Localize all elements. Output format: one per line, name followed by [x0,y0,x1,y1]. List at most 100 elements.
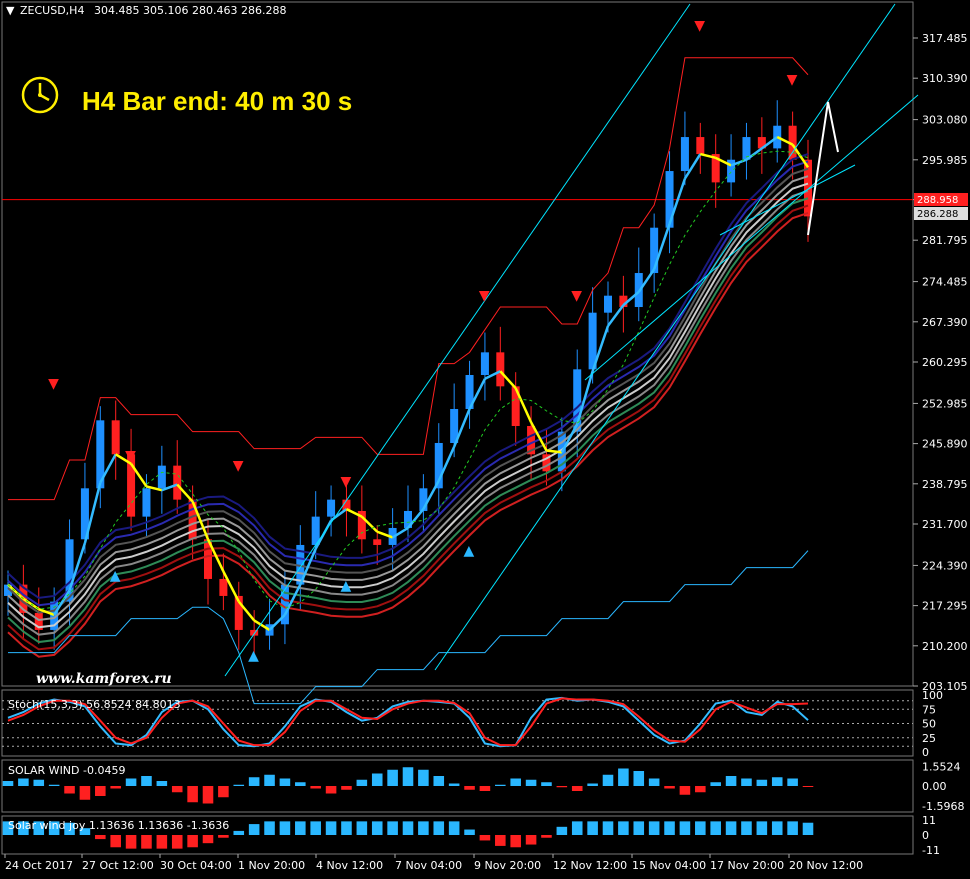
bar-timer-label: H4 Bar end: 40 m 30 s [82,86,352,116]
x-tick-label: 9 Nov 20:00 [474,859,541,872]
sw-bar [171,786,183,793]
x-tick-label: 4 Nov 12:00 [316,859,383,872]
price-chart-svg[interactable]: 317.485 310.390 303.080 295.985 288.958 281.7… [0,0,970,879]
candle-body [173,465,182,500]
x-tick-label: 7 Nov 04:00 [395,859,462,872]
sw-bar [602,774,614,786]
down-arrow-icon: ▼ [571,288,582,304]
sw-bar [587,783,598,786]
joy-bar [648,821,660,835]
sw-bar [79,786,91,800]
joy-bar [202,835,214,844]
joy-bar [618,821,629,835]
joy-bar [633,821,645,835]
joy-bar [495,835,506,846]
stoch-tick-label: 0 [922,746,929,759]
sw-title: SOLAR WIND -0.0459 [8,764,125,777]
sw-tick-label: 1.5524 [922,761,961,774]
joy-bar [664,821,675,835]
candle-body [327,499,336,517]
x-tick-label: 12 Nov 12:00 [553,859,627,872]
joy-bar [695,821,706,835]
joy-bar [602,821,614,835]
joy-bar [295,821,306,835]
x-tick-label: 30 Oct 04:00 [160,859,232,872]
joy-bar [525,835,537,845]
price-line-label: 288.958 [917,195,958,206]
sw-bar [279,778,291,786]
joy-pane[interactable]: 11 0 -11 Solar wind joy 1.13636 1.13636 -1.… [2,814,940,857]
sw-bar [695,786,706,793]
y-tick-label: 295.985 [922,154,968,167]
sw-bar [633,771,645,786]
sw-bar [571,786,583,791]
y-tick-label: 260.295 [922,356,968,369]
candle-body [696,137,705,155]
sw-bar [648,778,660,786]
joy-bar [725,821,737,835]
down-arrow-icon: ▼ [233,458,244,474]
sw-bar [387,769,398,786]
joy-bar [787,821,798,835]
joy-bar [141,835,152,849]
sw-bar [664,786,675,789]
joy-bar [541,835,552,838]
sw-bar [110,786,121,789]
joy-bar [464,829,475,835]
y-tick-label: 252.985 [922,397,968,410]
y-tick-label: 245.890 [922,438,968,451]
symbol-timeframe: ZECUSD,H4 [20,4,84,17]
sw-tick-label: -1.5968 [922,800,964,813]
sw-bar [325,786,337,794]
sw-bar [218,786,229,798]
joy-bar [371,821,383,835]
sw-bar [95,786,106,796]
up-arrow-icon: ▲ [340,578,351,594]
joy-bar [479,835,491,841]
joy-bar [402,821,414,835]
down-arrow-icon: ▼ [694,18,705,34]
joy-tick-label: -11 [922,844,940,857]
time-axis: 24 Oct 2017 27 Oct 12:00 30 Oct 04:00 1 Nov… [4,854,863,872]
sw-bar [725,776,737,786]
y-tick-label: 217.295 [922,600,968,613]
y-tick-label: 303.080 [922,114,968,127]
sw-bar [156,781,168,786]
y-tick-label: 317.485 [922,32,968,45]
joy-bar [95,835,106,840]
candle-body [480,352,489,376]
candle-body [142,488,151,517]
sw-bar [187,786,198,803]
sw-bar [448,783,460,786]
joy-tick-label: 0 [922,829,929,842]
clock-icon [21,76,59,114]
joy-bar [325,821,337,835]
down-arrow-icon: ▼ [48,376,59,392]
candle-body [250,629,259,636]
y-tick-label: 274.485 [922,276,968,289]
sw-bar [64,786,75,794]
sw-bar [141,776,152,786]
sw-bar [710,782,721,786]
joy-bar [556,826,568,835]
sw-bar [756,779,768,786]
joy-bar [125,835,137,849]
sw-bar [525,779,537,786]
candle-body [219,578,228,596]
stoch-pane[interactable]: 10075 50250 Stoch(15,3,3) 56.8524 84.8013 [2,689,943,759]
joy-title: Solar wind joy 1.13636 1.13636 -1.3636 [8,819,229,832]
sw-bar [2,781,14,786]
up-arrow-icon: ▲ [110,568,121,584]
ohlc-readout: 304.485 305.106 280.463 286.288 [94,4,286,17]
sw-bar [33,779,45,786]
y-tick-label: 267.390 [922,316,968,329]
current-price-label: 286.288 [917,209,958,220]
down-arrow-icon: ▼ [125,448,136,464]
x-tick-label: 17 Nov 20:00 [710,859,784,872]
y-tick-label: 238.795 [922,478,968,491]
joy-bar [110,835,121,848]
solarwind-pane[interactable]: 1.5524 0.00 -1.5968 SOLAR WIND -0.0459 [2,761,965,813]
chart-window[interactable]: 317.485 310.390 303.080 295.985 288.958 281.7… [0,0,970,879]
sw-bar [510,778,521,786]
joy-bar [341,821,352,835]
